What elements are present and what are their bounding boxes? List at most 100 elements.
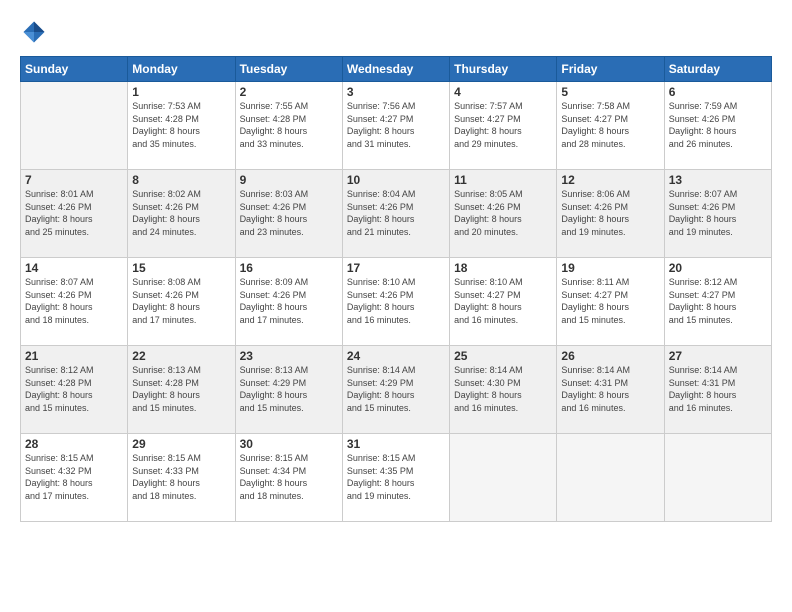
header-day-saturday: Saturday bbox=[664, 57, 771, 82]
day-number: 5 bbox=[561, 85, 659, 99]
day-info: Sunrise: 7:56 AM Sunset: 4:27 PM Dayligh… bbox=[347, 100, 445, 150]
calendar-cell: 14Sunrise: 8:07 AM Sunset: 4:26 PM Dayli… bbox=[21, 258, 128, 346]
calendar-cell: 7Sunrise: 8:01 AM Sunset: 4:26 PM Daylig… bbox=[21, 170, 128, 258]
day-info: Sunrise: 8:01 AM Sunset: 4:26 PM Dayligh… bbox=[25, 188, 123, 238]
calendar-cell bbox=[664, 434, 771, 522]
day-info: Sunrise: 8:10 AM Sunset: 4:27 PM Dayligh… bbox=[454, 276, 552, 326]
day-info: Sunrise: 7:57 AM Sunset: 4:27 PM Dayligh… bbox=[454, 100, 552, 150]
day-info: Sunrise: 8:14 AM Sunset: 4:31 PM Dayligh… bbox=[561, 364, 659, 414]
day-info: Sunrise: 8:07 AM Sunset: 4:26 PM Dayligh… bbox=[25, 276, 123, 326]
calendar-cell: 27Sunrise: 8:14 AM Sunset: 4:31 PM Dayli… bbox=[664, 346, 771, 434]
day-number: 28 bbox=[25, 437, 123, 451]
day-info: Sunrise: 8:13 AM Sunset: 4:28 PM Dayligh… bbox=[132, 364, 230, 414]
day-number: 16 bbox=[240, 261, 338, 275]
calendar-week-2: 7Sunrise: 8:01 AM Sunset: 4:26 PM Daylig… bbox=[21, 170, 772, 258]
calendar-week-4: 21Sunrise: 8:12 AM Sunset: 4:28 PM Dayli… bbox=[21, 346, 772, 434]
calendar-cell: 8Sunrise: 8:02 AM Sunset: 4:26 PM Daylig… bbox=[128, 170, 235, 258]
logo-icon bbox=[20, 18, 48, 46]
calendar-cell: 26Sunrise: 8:14 AM Sunset: 4:31 PM Dayli… bbox=[557, 346, 664, 434]
day-number: 25 bbox=[454, 349, 552, 363]
day-info: Sunrise: 8:12 AM Sunset: 4:27 PM Dayligh… bbox=[669, 276, 767, 326]
calendar-cell: 1Sunrise: 7:53 AM Sunset: 4:28 PM Daylig… bbox=[128, 82, 235, 170]
day-number: 3 bbox=[347, 85, 445, 99]
calendar-cell: 31Sunrise: 8:15 AM Sunset: 4:35 PM Dayli… bbox=[342, 434, 449, 522]
calendar-cell: 2Sunrise: 7:55 AM Sunset: 4:28 PM Daylig… bbox=[235, 82, 342, 170]
calendar-cell: 23Sunrise: 8:13 AM Sunset: 4:29 PM Dayli… bbox=[235, 346, 342, 434]
day-info: Sunrise: 8:14 AM Sunset: 4:29 PM Dayligh… bbox=[347, 364, 445, 414]
day-info: Sunrise: 8:09 AM Sunset: 4:26 PM Dayligh… bbox=[240, 276, 338, 326]
calendar-cell bbox=[450, 434, 557, 522]
day-number: 1 bbox=[132, 85, 230, 99]
day-number: 22 bbox=[132, 349, 230, 363]
calendar-cell: 11Sunrise: 8:05 AM Sunset: 4:26 PM Dayli… bbox=[450, 170, 557, 258]
day-number: 6 bbox=[669, 85, 767, 99]
day-number: 2 bbox=[240, 85, 338, 99]
day-number: 30 bbox=[240, 437, 338, 451]
calendar-cell: 13Sunrise: 8:07 AM Sunset: 4:26 PM Dayli… bbox=[664, 170, 771, 258]
header-day-sunday: Sunday bbox=[21, 57, 128, 82]
calendar-cell: 28Sunrise: 8:15 AM Sunset: 4:32 PM Dayli… bbox=[21, 434, 128, 522]
day-info: Sunrise: 7:55 AM Sunset: 4:28 PM Dayligh… bbox=[240, 100, 338, 150]
day-number: 8 bbox=[132, 173, 230, 187]
calendar-week-3: 14Sunrise: 8:07 AM Sunset: 4:26 PM Dayli… bbox=[21, 258, 772, 346]
header-day-monday: Monday bbox=[128, 57, 235, 82]
calendar-cell: 9Sunrise: 8:03 AM Sunset: 4:26 PM Daylig… bbox=[235, 170, 342, 258]
day-number: 11 bbox=[454, 173, 552, 187]
calendar-cell: 4Sunrise: 7:57 AM Sunset: 4:27 PM Daylig… bbox=[450, 82, 557, 170]
header-day-thursday: Thursday bbox=[450, 57, 557, 82]
day-number: 29 bbox=[132, 437, 230, 451]
day-info: Sunrise: 8:15 AM Sunset: 4:34 PM Dayligh… bbox=[240, 452, 338, 502]
day-info: Sunrise: 8:02 AM Sunset: 4:26 PM Dayligh… bbox=[132, 188, 230, 238]
day-number: 9 bbox=[240, 173, 338, 187]
calendar-cell: 15Sunrise: 8:08 AM Sunset: 4:26 PM Dayli… bbox=[128, 258, 235, 346]
day-info: Sunrise: 7:53 AM Sunset: 4:28 PM Dayligh… bbox=[132, 100, 230, 150]
calendar-week-1: 1Sunrise: 7:53 AM Sunset: 4:28 PM Daylig… bbox=[21, 82, 772, 170]
calendar-table: SundayMondayTuesdayWednesdayThursdayFrid… bbox=[20, 56, 772, 522]
day-info: Sunrise: 8:14 AM Sunset: 4:31 PM Dayligh… bbox=[669, 364, 767, 414]
header-day-tuesday: Tuesday bbox=[235, 57, 342, 82]
day-info: Sunrise: 8:14 AM Sunset: 4:30 PM Dayligh… bbox=[454, 364, 552, 414]
day-info: Sunrise: 8:10 AM Sunset: 4:26 PM Dayligh… bbox=[347, 276, 445, 326]
day-info: Sunrise: 8:15 AM Sunset: 4:33 PM Dayligh… bbox=[132, 452, 230, 502]
header bbox=[20, 18, 772, 46]
day-info: Sunrise: 8:15 AM Sunset: 4:32 PM Dayligh… bbox=[25, 452, 123, 502]
day-number: 4 bbox=[454, 85, 552, 99]
day-info: Sunrise: 8:11 AM Sunset: 4:27 PM Dayligh… bbox=[561, 276, 659, 326]
day-number: 21 bbox=[25, 349, 123, 363]
day-number: 26 bbox=[561, 349, 659, 363]
day-info: Sunrise: 8:15 AM Sunset: 4:35 PM Dayligh… bbox=[347, 452, 445, 502]
day-info: Sunrise: 8:05 AM Sunset: 4:26 PM Dayligh… bbox=[454, 188, 552, 238]
calendar-cell: 6Sunrise: 7:59 AM Sunset: 4:26 PM Daylig… bbox=[664, 82, 771, 170]
header-day-wednesday: Wednesday bbox=[342, 57, 449, 82]
day-number: 23 bbox=[240, 349, 338, 363]
calendar-cell: 20Sunrise: 8:12 AM Sunset: 4:27 PM Dayli… bbox=[664, 258, 771, 346]
calendar-cell: 19Sunrise: 8:11 AM Sunset: 4:27 PM Dayli… bbox=[557, 258, 664, 346]
header-day-friday: Friday bbox=[557, 57, 664, 82]
calendar-cell: 22Sunrise: 8:13 AM Sunset: 4:28 PM Dayli… bbox=[128, 346, 235, 434]
day-number: 24 bbox=[347, 349, 445, 363]
calendar-cell: 17Sunrise: 8:10 AM Sunset: 4:26 PM Dayli… bbox=[342, 258, 449, 346]
day-number: 12 bbox=[561, 173, 659, 187]
calendar-cell: 5Sunrise: 7:58 AM Sunset: 4:27 PM Daylig… bbox=[557, 82, 664, 170]
day-number: 17 bbox=[347, 261, 445, 275]
page: SundayMondayTuesdayWednesdayThursdayFrid… bbox=[0, 0, 792, 612]
day-number: 10 bbox=[347, 173, 445, 187]
calendar-cell: 24Sunrise: 8:14 AM Sunset: 4:29 PM Dayli… bbox=[342, 346, 449, 434]
day-number: 13 bbox=[669, 173, 767, 187]
day-info: Sunrise: 8:08 AM Sunset: 4:26 PM Dayligh… bbox=[132, 276, 230, 326]
day-info: Sunrise: 8:07 AM Sunset: 4:26 PM Dayligh… bbox=[669, 188, 767, 238]
calendar-cell bbox=[557, 434, 664, 522]
calendar-cell: 25Sunrise: 8:14 AM Sunset: 4:30 PM Dayli… bbox=[450, 346, 557, 434]
day-number: 14 bbox=[25, 261, 123, 275]
day-number: 31 bbox=[347, 437, 445, 451]
calendar-cell: 21Sunrise: 8:12 AM Sunset: 4:28 PM Dayli… bbox=[21, 346, 128, 434]
day-number: 7 bbox=[25, 173, 123, 187]
calendar-cell: 18Sunrise: 8:10 AM Sunset: 4:27 PM Dayli… bbox=[450, 258, 557, 346]
day-info: Sunrise: 7:59 AM Sunset: 4:26 PM Dayligh… bbox=[669, 100, 767, 150]
logo bbox=[20, 18, 52, 46]
day-info: Sunrise: 8:12 AM Sunset: 4:28 PM Dayligh… bbox=[25, 364, 123, 414]
calendar-cell: 10Sunrise: 8:04 AM Sunset: 4:26 PM Dayli… bbox=[342, 170, 449, 258]
calendar-week-5: 28Sunrise: 8:15 AM Sunset: 4:32 PM Dayli… bbox=[21, 434, 772, 522]
day-info: Sunrise: 8:03 AM Sunset: 4:26 PM Dayligh… bbox=[240, 188, 338, 238]
calendar-cell: 29Sunrise: 8:15 AM Sunset: 4:33 PM Dayli… bbox=[128, 434, 235, 522]
